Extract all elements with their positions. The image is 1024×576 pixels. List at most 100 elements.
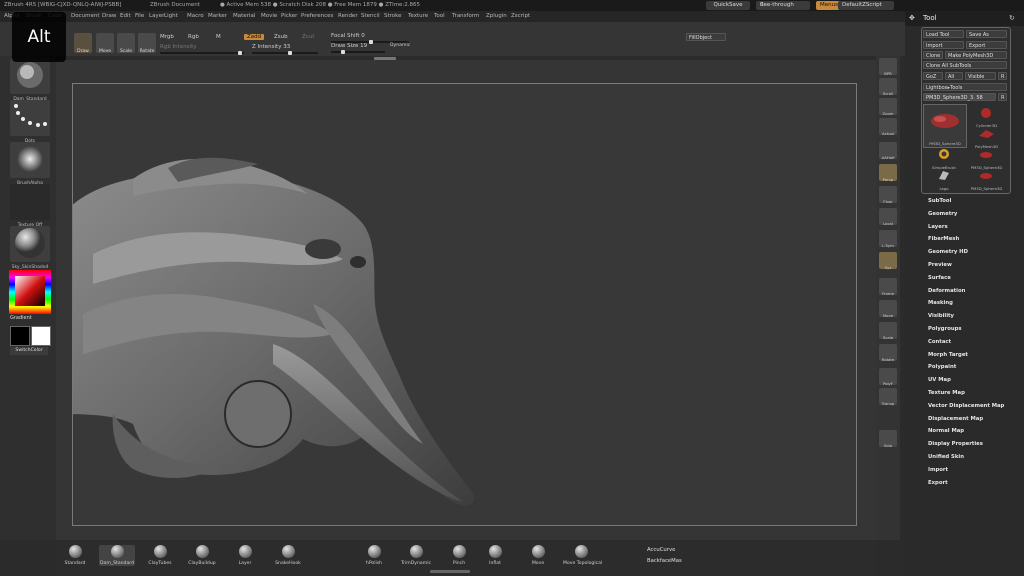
tool-thumb-cylinder[interactable]: Cylinder3D xyxy=(966,104,1007,128)
brush-layer[interactable]: Layer xyxy=(227,545,263,566)
lightbox-tools-button[interactable]: Lightbox▸Tools xyxy=(923,83,1007,91)
tool-menu-normal-map[interactable]: Normal Map xyxy=(928,428,964,434)
tool-menu-displacement-map[interactable]: Displacement Map xyxy=(928,416,983,422)
menu-render[interactable]: Render xyxy=(338,11,358,22)
accucurve-toggle[interactable]: AccuCurve xyxy=(647,547,675,553)
menu-movie[interactable]: Movie xyxy=(261,11,277,22)
tool-menu-surface[interactable]: Surface xyxy=(928,275,951,281)
move-button[interactable]: Move xyxy=(96,33,114,54)
brush-thumbnail[interactable]: Dam_Standard xyxy=(10,58,50,102)
draw-size-slider[interactable] xyxy=(331,50,385,54)
tool-menu-fibermesh[interactable]: FiberMesh xyxy=(928,236,959,242)
brush-move[interactable]: Move xyxy=(520,545,556,566)
menu-marker[interactable]: Marker xyxy=(208,11,227,22)
menu-preferences[interactable]: Preferences xyxy=(301,11,333,22)
menu-stencil[interactable]: Stencil xyxy=(361,11,380,22)
brush-trimdynamic[interactable]: TrimDynamic xyxy=(398,545,434,566)
dynamic-toggle[interactable]: Dynamic xyxy=(390,43,410,48)
mrgb-button[interactable]: Mrgb xyxy=(160,34,174,40)
tool-menu-uv-map[interactable]: UV Map xyxy=(928,377,951,383)
menu-light[interactable]: Light xyxy=(164,11,178,22)
brush-snakehook[interactable]: SnakeHook xyxy=(270,545,306,566)
clone-all-subtools-button[interactable]: Clone All SubTools xyxy=(923,61,1007,69)
shelf-polyf-button[interactable]: PolyF xyxy=(879,368,897,386)
tool-menu-subtool[interactable]: SubTool xyxy=(928,198,951,204)
current-tool-slider[interactable]: PM3D_Sphere3D_3. 58 xyxy=(923,93,996,101)
shelf-actual-button[interactable]: Actual xyxy=(879,118,897,136)
brush-dam_standard[interactable]: Dam_Standard xyxy=(99,545,135,566)
draw-button[interactable]: Draw xyxy=(74,33,92,54)
menu-tool[interactable]: Tool xyxy=(434,11,445,22)
tool-r-button[interactable]: R xyxy=(998,93,1007,101)
rgb-button[interactable]: Rgb xyxy=(188,34,199,40)
rotate-button[interactable]: Rotate xyxy=(138,33,156,54)
menu-draw[interactable]: Draw xyxy=(102,11,116,22)
tool-menu-polygroups[interactable]: Polygroups xyxy=(928,326,962,332)
switch-color-button[interactable]: SwitchColor xyxy=(10,347,48,355)
zadd-button[interactable]: Zadd xyxy=(244,34,265,40)
main-color-swatch[interactable] xyxy=(10,326,30,346)
tool-menu-contact[interactable]: Contact xyxy=(928,339,951,345)
brush-claybuildup[interactable]: ClayBuildup xyxy=(184,545,220,566)
bottom-shelf-handle[interactable] xyxy=(430,570,470,573)
tool-menu-vector-displacement-map[interactable]: Vector Displacement Map xyxy=(928,403,1004,409)
make-polymesh-button[interactable]: Make PolyMesh3D xyxy=(945,51,1007,59)
export-button[interactable]: Export xyxy=(966,41,1007,49)
brush-hpolish[interactable]: hPolish xyxy=(356,545,392,566)
shelf-scroll-button[interactable]: Scroll xyxy=(879,78,897,96)
menu-edit[interactable]: Edit xyxy=(120,11,131,22)
menu-layer[interactable]: Layer xyxy=(149,11,164,22)
menu-material[interactable]: Material xyxy=(233,11,255,22)
brush-inflat[interactable]: Inflat xyxy=(477,545,513,566)
shelf-move-button[interactable]: Move xyxy=(879,300,897,318)
quicksave-button[interactable]: QuickSave xyxy=(706,1,750,10)
tool-thumb-lego[interactable]: Lego xyxy=(923,167,965,191)
shelf-bpr-button[interactable]: BPR xyxy=(879,58,897,76)
document-canvas[interactable] xyxy=(72,83,857,526)
tool-menu-import[interactable]: Import xyxy=(928,467,948,473)
color-picker[interactable] xyxy=(9,270,51,314)
tool-menu-deformation[interactable]: Deformation xyxy=(928,288,965,294)
shelf-solo-button[interactable]: Solo xyxy=(879,430,897,448)
shelf-aahalf-button[interactable]: AAHalf xyxy=(879,142,897,160)
tool-menu-export[interactable]: Export xyxy=(928,480,948,486)
shelf-scale-button[interactable]: Scale xyxy=(879,322,897,340)
default-zscript-button[interactable]: DefaultZScript xyxy=(838,1,894,10)
shelf-xyz-button[interactable]: Xyz xyxy=(879,252,897,270)
tool-menu-polypaint[interactable]: Polypaint xyxy=(928,364,956,370)
backface-mask-toggle[interactable]: BackfaceMas xyxy=(647,558,682,564)
shelf-local-button[interactable]: Local xyxy=(879,208,897,226)
fill-object-button[interactable]: FillObject xyxy=(686,33,726,41)
texture-thumbnail[interactable]: Texture Off xyxy=(10,184,50,228)
menu-zplugin[interactable]: Zplugin xyxy=(486,11,507,22)
z-intensity-slider[interactable] xyxy=(252,51,318,55)
zsub-button[interactable]: Zsub xyxy=(274,34,288,40)
brush-pinch[interactable]: Pinch xyxy=(441,545,477,566)
rgb-intensity-slider[interactable] xyxy=(160,51,244,55)
brush-standard[interactable]: Standard xyxy=(57,545,93,566)
menu-texture[interactable]: Texture xyxy=(408,11,428,22)
tool-menu-layers[interactable]: Layers xyxy=(928,224,948,230)
tool-thumb-sphere-a[interactable]: PM3D_Sphere3D xyxy=(966,146,1007,170)
secondary-color-swatch[interactable] xyxy=(31,326,51,346)
tool-thumb-simplebrush[interactable]: SimpleBrush xyxy=(923,146,965,170)
tool-menu-visibility[interactable]: Visibility xyxy=(928,313,954,319)
menu-macro[interactable]: Macro xyxy=(187,11,204,22)
import-button[interactable]: Import xyxy=(923,41,964,49)
tool-panel-icon[interactable]: ✥ xyxy=(909,14,915,22)
menu-file[interactable]: File xyxy=(135,11,144,22)
menu-document[interactable]: Document xyxy=(71,11,100,22)
menu-transform[interactable]: Transform xyxy=(452,11,479,22)
load-tool-button[interactable]: Load Tool xyxy=(923,30,964,38)
goz-r-button[interactable]: R xyxy=(998,72,1007,80)
zcut-button[interactable]: Zcut xyxy=(302,34,314,40)
menu-picker[interactable]: Picker xyxy=(281,11,297,22)
tool-menu-unified-skin[interactable]: Unified Skin xyxy=(928,454,964,460)
brush-claytubes[interactable]: ClayTubes xyxy=(142,545,178,566)
goz-button[interactable]: GoZ xyxy=(923,72,943,80)
tool-menu-geometry-hd[interactable]: Geometry HD xyxy=(928,249,968,255)
menu-stroke[interactable]: Stroke xyxy=(384,11,402,22)
shelf-frame-button[interactable]: Frame xyxy=(879,278,897,296)
see-through-slider[interactable]: See-through 0 xyxy=(756,1,810,10)
shelf-lsym-button[interactable]: L.Sym xyxy=(879,230,897,248)
